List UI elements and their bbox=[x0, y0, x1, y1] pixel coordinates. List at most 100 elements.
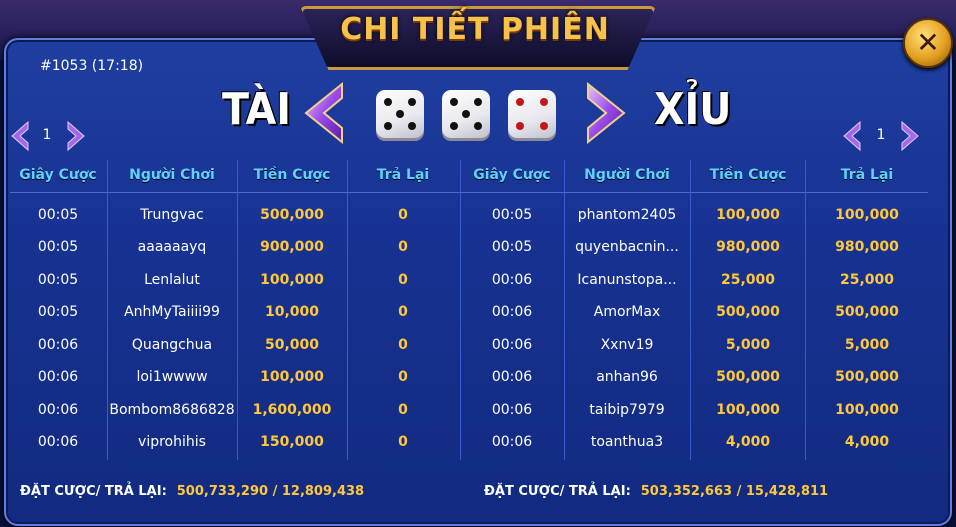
left-cell-bet: 500,000 bbox=[260, 207, 324, 223]
next-session-arrow-icon[interactable] bbox=[584, 82, 628, 144]
left-footer-label: ĐẶT CƯỢC/ TRẢ LẠI: bbox=[20, 484, 167, 499]
right-cell-refund: 980,000 bbox=[835, 239, 899, 255]
page-title: CHI TIẾT PHIÊN bbox=[340, 12, 610, 47]
left-cell-refund: 0 bbox=[398, 272, 408, 288]
right-cell-time: 00:06 bbox=[491, 304, 533, 320]
right-cell-player: phantom2405 bbox=[577, 207, 677, 223]
right-cell-time: 00:06 bbox=[491, 337, 533, 353]
right-cell-time: 00:06 bbox=[491, 369, 533, 385]
session-id: #1053 (17:18) bbox=[40, 58, 144, 74]
left-cell-time: 00:05 bbox=[37, 304, 79, 320]
right-cell-time: 00:05 bbox=[491, 239, 533, 255]
left-cell-time: 00:06 bbox=[37, 402, 79, 418]
right-cell-refund: 100,000 bbox=[835, 207, 899, 223]
column-divider bbox=[564, 160, 565, 460]
left-cell-player: Bombom8686828 bbox=[109, 402, 235, 418]
left-cell-refund: 0 bbox=[398, 434, 408, 450]
left-page-number: 1 bbox=[42, 127, 52, 143]
right-pager-prev-icon[interactable] bbox=[842, 120, 862, 152]
right-pager-next-icon[interactable] bbox=[900, 120, 920, 152]
tai-label: TÀI bbox=[222, 84, 291, 135]
right-cell-refund: 25,000 bbox=[839, 272, 895, 288]
right-cell-bet: 980,000 bbox=[716, 239, 780, 255]
right-cell-bet: 500,000 bbox=[716, 369, 780, 385]
right-cell-player: Xxnv19 bbox=[600, 337, 654, 353]
left-cell-bet: 150,000 bbox=[260, 434, 324, 450]
left-pager: 1 bbox=[10, 120, 90, 152]
right-header-player: Người Chơi bbox=[584, 167, 670, 183]
close-icon: ✕ bbox=[916, 26, 940, 59]
right-cell-player: Icanunstopa... bbox=[577, 272, 677, 288]
right-header-bet: Tiền Cược bbox=[709, 167, 787, 183]
die-3 bbox=[508, 90, 556, 138]
left-cell-player: aaaaaayq bbox=[137, 239, 207, 255]
right-cell-bet: 100,000 bbox=[716, 207, 780, 223]
left-header-bet: Tiền Cược bbox=[253, 167, 331, 183]
column-divider bbox=[690, 160, 691, 460]
left-pager-prev-icon[interactable] bbox=[10, 120, 30, 152]
left-header-time: Giây Cược bbox=[19, 167, 97, 183]
right-cell-player: quyenbacnin... bbox=[575, 239, 679, 255]
left-cell-player: AnhMyTaiiii99 bbox=[124, 304, 220, 320]
left-cell-time: 00:05 bbox=[37, 272, 79, 288]
right-cell-refund: 4,000 bbox=[844, 434, 890, 450]
right-cell-bet: 5,000 bbox=[725, 337, 771, 353]
left-cell-time: 00:06 bbox=[37, 369, 79, 385]
right-cell-refund: 500,000 bbox=[835, 369, 899, 385]
left-cell-time: 00:06 bbox=[37, 434, 79, 450]
right-cell-bet: 500,000 bbox=[716, 304, 780, 320]
right-footer: ĐẶT CƯỢC/ TRẢ LẠI: 503,352,663 / 15,428,8… bbox=[484, 484, 828, 499]
header-divider bbox=[10, 192, 928, 193]
left-header-player: Người Chơi bbox=[129, 167, 215, 183]
left-cell-bet: 100,000 bbox=[260, 272, 324, 288]
left-cell-player: viprohihis bbox=[138, 434, 206, 450]
right-cell-time: 00:06 bbox=[491, 402, 533, 418]
left-cell-refund: 0 bbox=[398, 369, 408, 385]
left-cell-refund: 0 bbox=[398, 207, 408, 223]
right-cell-player: taibip7979 bbox=[589, 402, 665, 418]
left-cell-bet: 1,600,000 bbox=[252, 402, 332, 418]
left-cell-player: Trungvac bbox=[140, 207, 204, 223]
left-footer: ĐẶT CƯỢC/ TRẢ LẠI: 500,733,290 / 12,809,4… bbox=[20, 484, 364, 499]
right-cell-bet: 100,000 bbox=[716, 402, 780, 418]
right-cell-time: 00:06 bbox=[491, 434, 533, 450]
right-cell-player: toanthua3 bbox=[590, 434, 664, 450]
left-cell-bet: 900,000 bbox=[260, 239, 324, 255]
left-pager-next-icon[interactable] bbox=[66, 120, 86, 152]
right-footer-value: 503,352,663 / 15,428,811 bbox=[640, 484, 829, 499]
left-cell-refund: 0 bbox=[398, 402, 408, 418]
left-cell-refund: 0 bbox=[398, 304, 408, 320]
column-divider bbox=[460, 160, 461, 460]
left-header-refund: Trả Lại bbox=[376, 167, 430, 183]
right-cell-player: AmorMax bbox=[593, 304, 661, 320]
right-cell-refund: 100,000 bbox=[835, 402, 899, 418]
right-footer-label: ĐẶT CƯỢC/ TRẢ LẠI: bbox=[484, 484, 631, 499]
left-cell-player: Lenlalut bbox=[144, 272, 200, 288]
right-pager: 1 bbox=[842, 120, 922, 152]
left-cell-player: Quangchua bbox=[131, 337, 213, 353]
left-cell-bet: 10,000 bbox=[264, 304, 320, 320]
right-cell-refund: 500,000 bbox=[835, 304, 899, 320]
left-cell-refund: 0 bbox=[398, 239, 408, 255]
right-cell-refund: 5,000 bbox=[844, 337, 890, 353]
close-button[interactable]: ✕ bbox=[903, 18, 953, 68]
die-2 bbox=[442, 90, 490, 138]
left-cell-time: 00:06 bbox=[37, 337, 79, 353]
right-cell-bet: 25,000 bbox=[720, 272, 776, 288]
right-cell-time: 00:06 bbox=[491, 272, 533, 288]
right-header-time: Giây Cược bbox=[473, 167, 551, 183]
right-cell-time: 00:05 bbox=[491, 207, 533, 223]
left-cell-time: 00:05 bbox=[37, 239, 79, 255]
left-footer-value: 500,733,290 / 12,809,438 bbox=[176, 484, 365, 499]
left-cell-time: 00:05 bbox=[37, 207, 79, 223]
right-page-number: 1 bbox=[876, 127, 886, 143]
left-cell-player: loi1wwww bbox=[136, 369, 208, 385]
right-cell-player: anhan96 bbox=[596, 369, 658, 385]
die-1 bbox=[376, 90, 424, 138]
right-header-refund: Trả Lại bbox=[840, 167, 894, 183]
left-cell-bet: 50,000 bbox=[264, 337, 320, 353]
left-cell-bet: 100,000 bbox=[260, 369, 324, 385]
prev-session-arrow-icon[interactable] bbox=[302, 82, 346, 144]
xiu-label: XỈU bbox=[654, 84, 732, 135]
right-cell-bet: 4,000 bbox=[725, 434, 771, 450]
